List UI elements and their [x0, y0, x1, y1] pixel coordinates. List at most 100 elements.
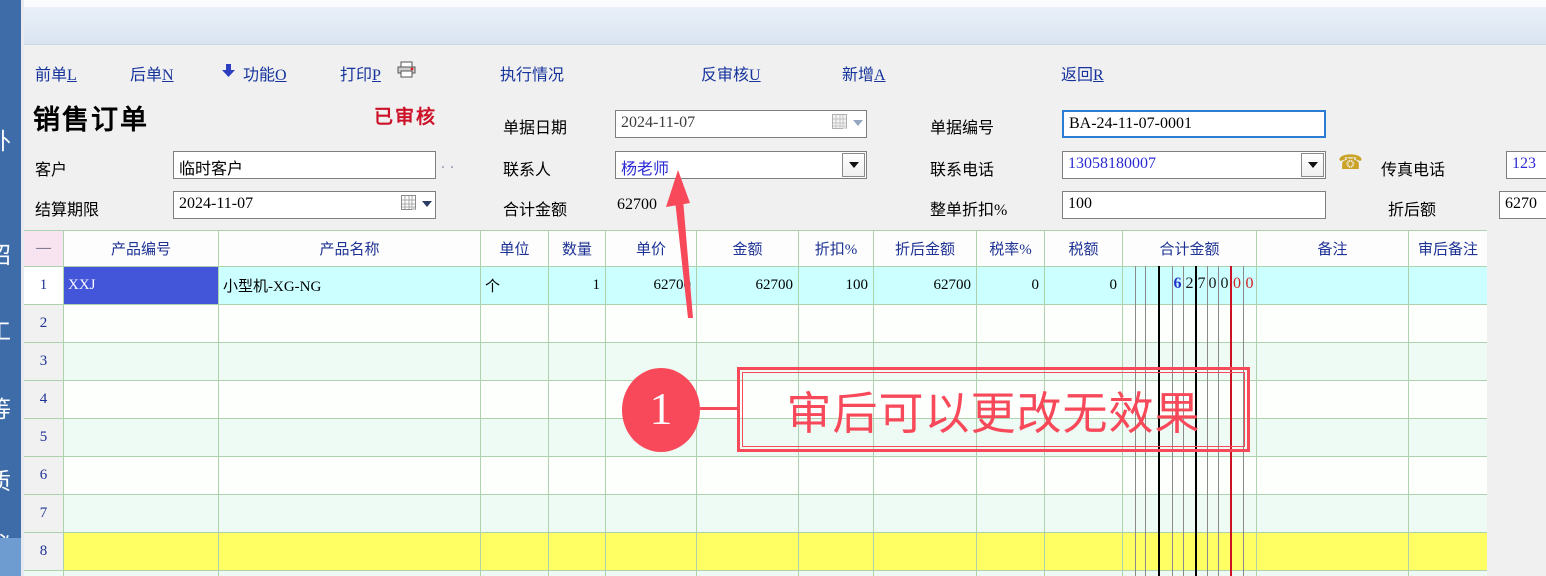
contact-dropdown-button[interactable] [842, 153, 865, 177]
empty-cell[interactable] [1257, 419, 1409, 457]
empty-cell[interactable] [1257, 571, 1409, 576]
empty-cell[interactable] [549, 305, 606, 343]
phone-dropdown-button[interactable] [1301, 153, 1324, 177]
discounted-amount-cell[interactable]: 62700 [874, 267, 977, 305]
empty-cell[interactable] [1045, 571, 1123, 576]
empty-cell[interactable] [977, 305, 1045, 343]
toolbar-print-button[interactable]: 打印P [340, 61, 381, 85]
empty-cell[interactable] [799, 457, 874, 495]
empty-cell[interactable] [697, 533, 799, 571]
empty-cell[interactable] [697, 495, 799, 533]
empty-cell[interactable] [1123, 495, 1257, 533]
empty-cell[interactable] [606, 533, 697, 571]
empty-cell[interactable] [219, 571, 481, 576]
discounted-amount-field[interactable]: 6270 [1499, 191, 1546, 219]
empty-cell[interactable] [481, 533, 549, 571]
empty-cell[interactable] [1257, 495, 1409, 533]
empty-cell[interactable] [874, 495, 977, 533]
empty-cell[interactable] [1409, 305, 1488, 343]
empty-cell[interactable] [606, 457, 697, 495]
note-cell[interactable] [1257, 267, 1409, 305]
empty-cell[interactable] [1123, 571, 1257, 576]
unit-cell[interactable]: 个 [481, 267, 549, 305]
empty-cell[interactable] [1409, 495, 1488, 533]
empty-cell[interactable] [874, 533, 977, 571]
empty-cell[interactable] [1409, 419, 1488, 457]
empty-cell[interactable] [1257, 381, 1409, 419]
empty-cell[interactable] [64, 305, 219, 343]
empty-cell[interactable] [1257, 533, 1409, 571]
empty-cell[interactable] [1045, 305, 1123, 343]
empty-cell[interactable] [549, 343, 606, 381]
empty-cell[interactable] [64, 495, 219, 533]
empty-cell[interactable] [219, 533, 481, 571]
empty-cell[interactable] [1045, 457, 1123, 495]
tax-cell[interactable]: 0 [1045, 267, 1123, 305]
empty-cell[interactable] [1257, 305, 1409, 343]
price-cell[interactable]: 62700 [606, 267, 697, 305]
empty-cell[interactable] [1123, 305, 1257, 343]
settle-date-field[interactable]: 2024-11-07 [173, 191, 436, 219]
toolbar-return-button[interactable]: 返回R [1061, 61, 1104, 85]
toolbar-next-button[interactable]: 后单N [130, 61, 174, 85]
empty-cell[interactable] [219, 419, 481, 457]
empty-cell[interactable] [481, 381, 549, 419]
contact-combobox[interactable]: 杨老师 [615, 151, 867, 179]
toolbar-unaudit-button[interactable]: 反审核U [701, 61, 761, 85]
toolbar-function-button[interactable]: 功能O [243, 61, 287, 85]
empty-cell[interactable] [1409, 457, 1488, 495]
toolbar-exec-status-button[interactable]: 执行情况 [500, 61, 564, 85]
empty-cell[interactable] [549, 571, 606, 576]
product-code-cell[interactable]: XXJ [64, 267, 219, 305]
toolbar-add-button[interactable]: 新增A [842, 61, 886, 85]
discount-cell[interactable]: 100 [799, 267, 874, 305]
empty-cell[interactable] [799, 571, 874, 576]
empty-cell[interactable] [64, 571, 219, 576]
empty-cell[interactable] [481, 343, 549, 381]
empty-cell[interactable] [1409, 381, 1488, 419]
empty-cell[interactable] [799, 305, 874, 343]
empty-cell[interactable] [481, 305, 549, 343]
empty-cell[interactable] [219, 343, 481, 381]
empty-cell[interactable] [64, 419, 219, 457]
toolbar-prev-button[interactable]: 前单L [35, 61, 77, 85]
empty-cell[interactable] [1257, 457, 1409, 495]
product-name-cell[interactable]: 小型机-XG-NG [219, 267, 481, 305]
empty-cell[interactable] [64, 343, 219, 381]
empty-cell[interactable] [874, 571, 977, 576]
empty-cell[interactable] [549, 495, 606, 533]
empty-cell[interactable] [874, 457, 977, 495]
empty-cell[interactable] [549, 419, 606, 457]
empty-cell[interactable] [1045, 495, 1123, 533]
doc-date-field[interactable]: 2024-11-07 [615, 110, 867, 138]
empty-cell[interactable] [1409, 343, 1488, 381]
empty-cell[interactable] [1123, 533, 1257, 571]
tax-rate-cell[interactable]: 0 [977, 267, 1045, 305]
empty-cell[interactable] [697, 457, 799, 495]
empty-cell[interactable] [799, 495, 874, 533]
audit-note-cell[interactable] [1409, 267, 1488, 305]
empty-cell[interactable] [874, 305, 977, 343]
telephone-icon[interactable]: ☎ [1338, 150, 1363, 175]
empty-cell[interactable] [219, 457, 481, 495]
empty-cell[interactable] [549, 533, 606, 571]
empty-cell[interactable] [549, 381, 606, 419]
empty-cell[interactable] [1257, 343, 1409, 381]
empty-cell[interactable] [1045, 533, 1123, 571]
empty-cell[interactable] [1409, 571, 1488, 576]
empty-cell[interactable] [64, 533, 219, 571]
empty-cell[interactable] [799, 533, 874, 571]
empty-cell[interactable] [1409, 533, 1488, 571]
empty-cell[interactable] [606, 571, 697, 576]
calendar-icon[interactable] [832, 114, 863, 131]
empty-cell[interactable] [64, 457, 219, 495]
empty-cell[interactable] [481, 495, 549, 533]
empty-cell[interactable] [481, 571, 549, 576]
empty-cell[interactable] [219, 381, 481, 419]
qty-cell[interactable]: 1 [549, 267, 606, 305]
empty-cell[interactable] [549, 457, 606, 495]
empty-cell[interactable] [977, 571, 1045, 576]
empty-cell[interactable] [219, 305, 481, 343]
customer-field[interactable]: 临时客户 [173, 151, 436, 179]
total-amount-cell[interactable] [1123, 267, 1257, 305]
